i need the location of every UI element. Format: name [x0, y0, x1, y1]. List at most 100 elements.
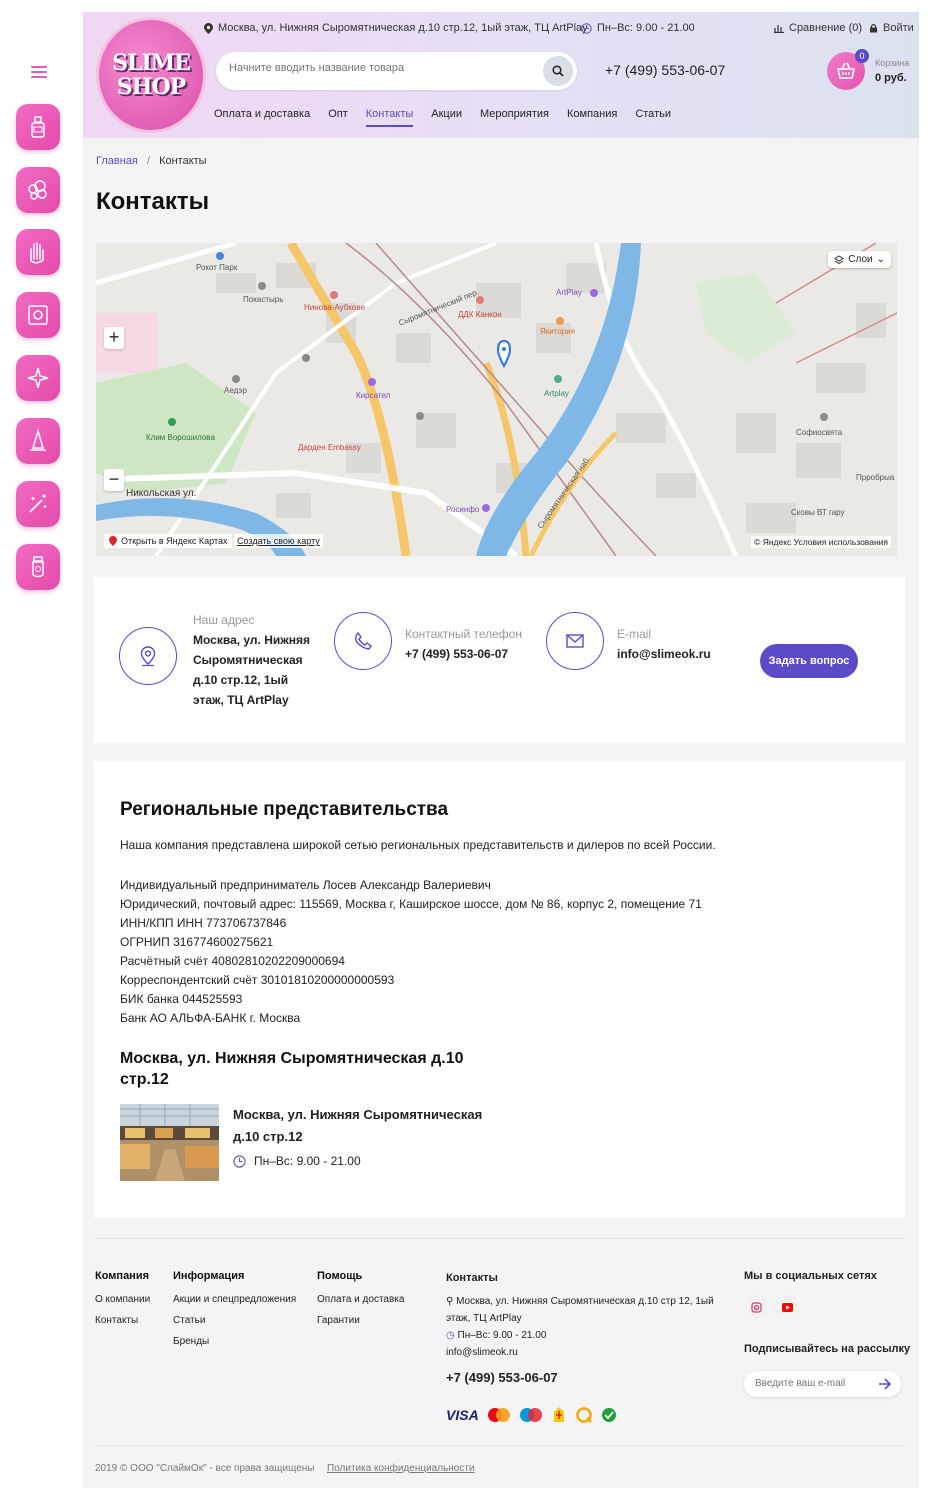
page-title: Контакты [96, 188, 210, 215]
header-phone[interactable]: +7 (499) 553-06-07 [605, 62, 725, 78]
map-layers-button[interactable]: Слои ⌄ [828, 251, 891, 268]
arrow-right-icon[interactable] [878, 1378, 892, 1390]
open-in-yandex-label: Открыть в Яндекс Картах [121, 536, 228, 546]
site-header: SLIME SHOP Москва, ул. Нижняя Сыромятнич… [83, 12, 919, 138]
layers-label: Слои [848, 254, 873, 265]
footer-hours: ◷ Пн–Вс: 9.00 - 21.00 [446, 1327, 716, 1344]
requisite-line: Корреспондентский счёт 30101810200000000… [120, 973, 395, 987]
footer-link[interactable]: Оплата и доставка [317, 1294, 404, 1305]
requisite-line: БИК банка 044525593 [120, 992, 243, 1006]
office-title-line: стр.12 [120, 1071, 169, 1088]
nav-item-delivery[interactable]: Оплата и доставка [214, 108, 310, 127]
menu-icon[interactable] [31, 66, 47, 78]
subscribe-email-input[interactable] [755, 1378, 875, 1389]
requisites-list: Индивидуальный предприниматель Лосев Але… [120, 876, 702, 1028]
payment-methods: VISA [446, 1406, 617, 1424]
category-magic-button[interactable] [16, 481, 60, 527]
requisite-line: Юридический, почтовый адрес: 115569, Мос… [120, 897, 702, 911]
category-jar-button[interactable] [16, 544, 60, 590]
yandex-money-icon [553, 1407, 564, 1422]
layers-icon [834, 254, 845, 264]
footer-hours-text: Пн–Вс: 9.00 - 21.00 [457, 1330, 547, 1341]
footer-help-column: Помощь Оплата и доставка Гарантии [317, 1270, 404, 1336]
sberbank-icon [601, 1408, 616, 1422]
create-map-link[interactable]: Создать свою карту [234, 534, 323, 548]
footer-link[interactable]: Бренды [173, 1336, 296, 1347]
address-line: этаж, ТЦ ArtPlay [193, 693, 289, 707]
footer-bottom-divider [94, 1445, 905, 1446]
footer-phone[interactable]: +7 (499) 553-06-07 [446, 1370, 558, 1385]
map-terms-link[interactable]: © Яндекс Условия использования [751, 536, 891, 548]
map-label: Покастырь [243, 295, 284, 304]
youtube-button[interactable] [775, 1295, 799, 1319]
breadcrumb-home-link[interactable]: Главная [96, 155, 138, 167]
map-label: Кирсател [356, 391, 391, 400]
nav-item-company[interactable]: Компания [567, 108, 617, 127]
cone-icon [30, 428, 46, 451]
instagram-icon [750, 1301, 762, 1313]
compare-icon [774, 25, 784, 33]
logo-text-bottom: SHOP [116, 74, 186, 100]
requisite-line: ИНН/КПП ИНН 773706737846 [120, 916, 287, 930]
footer-email[interactable]: info@slimeok.ru [446, 1344, 716, 1361]
nav-item-articles[interactable]: Статьи [635, 108, 671, 127]
nav-item-promotions[interactable]: Акции [431, 108, 462, 127]
clock-icon: ◷ [446, 1330, 458, 1341]
office-title-line: Москва, ул. Нижняя Сыромятническая д.10 [120, 1050, 464, 1067]
phone-value[interactable]: +7 (499) 553-06-07 [405, 644, 508, 664]
category-clouds-button[interactable] [16, 167, 60, 213]
logo[interactable]: SLIME SHOP [99, 20, 203, 130]
store-photo[interactable] [120, 1104, 219, 1181]
footer-link[interactable]: Статьи [173, 1315, 296, 1326]
search-button[interactable] [543, 56, 573, 86]
footer-help-title: Помощь [317, 1270, 363, 1282]
category-cone-button[interactable] [16, 418, 60, 464]
compare-label: Сравнение (0) [789, 22, 863, 34]
poster-icon [28, 305, 48, 325]
footer-link[interactable]: Гарантии [317, 1315, 404, 1326]
requisite-line: ОГРНИП 316774600275621 [120, 935, 274, 949]
map-label: Софиосвята [796, 428, 843, 437]
zoom-out-button[interactable]: − [104, 469, 124, 491]
youtube-icon [781, 1302, 793, 1312]
magic-wand-icon [29, 494, 47, 513]
login-link[interactable]: Войти [869, 22, 914, 34]
open-in-yandex-link[interactable]: Открыть в Яндекс Картах [104, 534, 233, 548]
footer-link[interactable]: О компании [95, 1294, 150, 1305]
requisite-line: Индивидуальный предприниматель Лосев Але… [120, 878, 491, 892]
breadcrumb-separator: / [146, 155, 150, 167]
search-input[interactable] [229, 62, 529, 74]
mastercard-icon [487, 1408, 510, 1422]
email-value[interactable]: info@slimeok.ru [617, 644, 711, 664]
footer-link[interactable]: Контакты [95, 1315, 150, 1326]
instagram-button[interactable] [744, 1295, 768, 1319]
map-label: Клим Ворошилова [146, 433, 215, 442]
cart-label: Корзина [875, 58, 910, 68]
category-hands-button[interactable] [16, 229, 60, 275]
yandex-map[interactable]: Рокот Парк Покастырь Нинова-Аубкове ДДК … [96, 243, 897, 556]
header-address: Москва, ул. Нижняя Сыромятническая д.10 … [204, 22, 588, 34]
compare-link[interactable]: Сравнение (0) [774, 22, 862, 34]
category-bottle-button[interactable] [16, 104, 60, 150]
regional-title: Региональные представительства [120, 799, 449, 820]
map-label: Прробрыа [856, 473, 895, 482]
zoom-in-button[interactable]: + [104, 327, 124, 349]
social-title: Мы в социальных сетях [744, 1270, 877, 1282]
privacy-policy-link[interactable]: Политика конфиденциальности [327, 1463, 475, 1474]
location-icon [204, 22, 213, 34]
category-poster-button[interactable] [16, 292, 60, 338]
social-buttons [744, 1295, 799, 1319]
page-frame: SLIME SHOP Москва, ул. Нижняя Сыромятнич… [83, 12, 919, 1488]
subscribe-title: Подписывайтесь на рассылку [744, 1343, 911, 1355]
nav-item-contacts[interactable]: Контакты [365, 108, 414, 127]
subscribe-form [744, 1371, 901, 1397]
footer-link[interactable]: Акции и спецпредложения [173, 1294, 296, 1305]
store-address-line: Москва, ул. Нижняя Сыромятническая [233, 1107, 483, 1122]
nav-item-wholesale[interactable]: Опт [328, 108, 348, 127]
phone-circle [334, 612, 392, 670]
breadcrumb-current: Контакты [159, 155, 207, 167]
category-sparkles-button[interactable] [16, 355, 60, 401]
ask-question-button[interactable]: Задать вопрос [760, 644, 858, 678]
maestro-icon [519, 1408, 542, 1422]
nav-item-events[interactable]: Мероприятия [480, 108, 549, 127]
